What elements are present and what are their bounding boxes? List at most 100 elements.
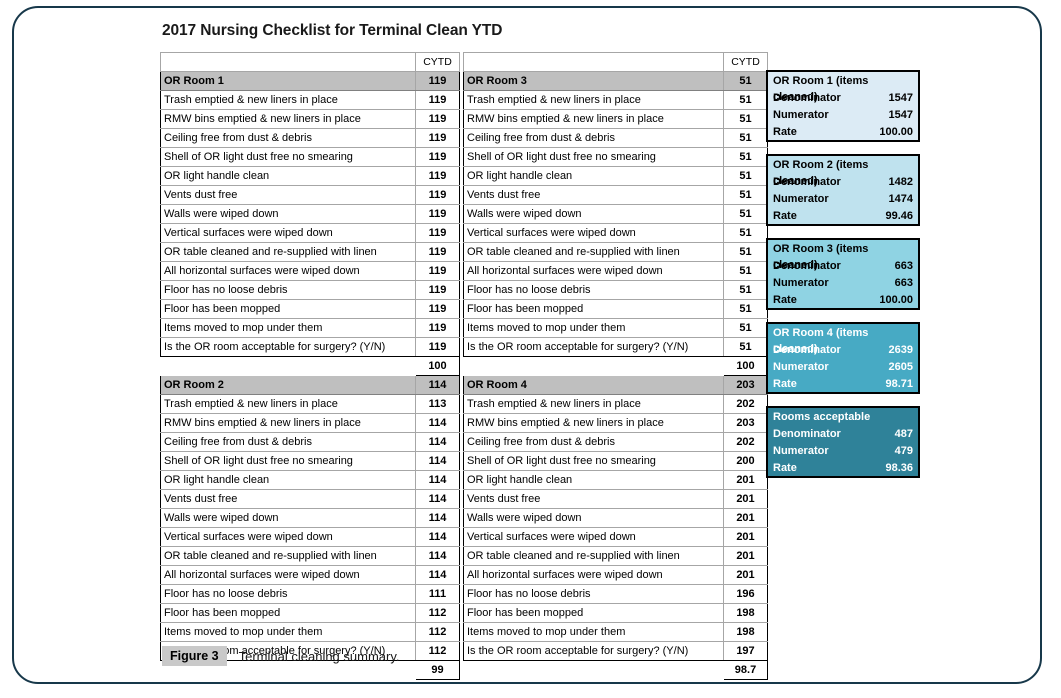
rate-label: Rate [773, 378, 797, 390]
numerator-label: Numerator [773, 445, 829, 457]
checklist-item-label: All horizontal surfaces were wiped down [160, 261, 416, 281]
block-total-row: 100 [463, 356, 768, 376]
summary-card-title: OR Room 3 (items cleaned) [773, 243, 869, 271]
checklist-item-value: 114 [415, 508, 460, 528]
rate-value: 99.46 [885, 210, 913, 222]
table-row: OR light handle clean 51 [463, 166, 768, 186]
table-row: Shell of OR light dust free no smearing 2… [463, 451, 768, 471]
room-total-cell: 119 [415, 71, 460, 91]
table-row: Floor has been mopped 112 [160, 603, 460, 623]
checklist-item-label: OR light handle clean [463, 470, 724, 490]
table-row: Vertical surfaces were wiped down 201 [463, 527, 768, 547]
checklist-item-label: Shell of OR light dust free no smearing [463, 451, 724, 471]
checklist-item-label: Floor has been mopped [463, 299, 724, 319]
checklist-item-label: Walls were wiped down [160, 204, 416, 224]
table-row: Floor has been mopped 51 [463, 299, 768, 319]
table-row: Vertical surfaces were wiped down 114 [160, 527, 460, 547]
rate-label: Rate [773, 210, 797, 222]
denominator-value: 2639 [888, 344, 913, 356]
table-row: OR table cleaned and re-supplied with li… [463, 546, 768, 566]
checklist-item-value: 201 [723, 470, 768, 490]
table-row: Shell of OR light dust free no smearing 5… [463, 147, 768, 167]
table-row: Floor has no loose debris 111 [160, 584, 460, 604]
table-row: Vents dust free 119 [160, 185, 460, 205]
table-row: OR table cleaned and re-supplied with li… [160, 242, 460, 262]
figure-content: 2017 Nursing Checklist for Terminal Clea… [150, 14, 940, 680]
checklist-item-label: Ceiling free from dust & debris [463, 432, 724, 452]
checklist-item-label: Shell of OR light dust free no smearing [160, 451, 416, 471]
denominator-label: Denominator [773, 344, 841, 356]
checklist-item-value: 119 [415, 261, 460, 281]
table-row: Walls were wiped down 51 [463, 204, 768, 224]
checklist-item-label: Trash emptied & new liners in place [160, 394, 416, 414]
summary-card: Rooms acceptable Denominator 487 Numerator 4… [766, 406, 920, 478]
total-blank-cell [463, 356, 724, 376]
checklist-item-label: Vertical surfaces were wiped down [463, 223, 724, 243]
checklist-item-label: Items moved to mop under them [160, 622, 416, 642]
summary-card: OR Room 1 (items cleaned) Denominator 1547… [766, 70, 920, 142]
checklist-item-label: OR light handle clean [463, 166, 724, 186]
numerator-value: 663 [894, 277, 913, 289]
room-header-row: OR Room 3 51 [463, 71, 768, 91]
figure-caption-text: Terminal cleaning summary. [238, 648, 400, 664]
checklist-item-label: Floor has been mopped [160, 299, 416, 319]
block-total-row: 98.7 [463, 660, 768, 680]
checklist-item-value: 114 [415, 451, 460, 471]
table-header-row: CYTD [160, 52, 460, 72]
checklist-item-value: 119 [415, 280, 460, 300]
table-row: All horizontal surfaces were wiped down 1… [160, 565, 460, 585]
table-row: Walls were wiped down 114 [160, 508, 460, 528]
checklist-item-label: RMW bins emptied & new liners in place [463, 109, 724, 129]
checklist-item-label: Ceiling free from dust & debris [463, 128, 724, 148]
checklist-item-label: OR table cleaned and re-supplied with li… [160, 242, 416, 262]
summary-card-numerator-row: Numerator 2605 [768, 358, 918, 375]
denominator-label: Denominator [773, 176, 841, 188]
rate-value: 98.71 [885, 378, 913, 390]
checklist-item-value: 119 [415, 185, 460, 205]
table-row: RMW bins emptied & new liners in place 20… [463, 413, 768, 433]
table-row: Floor has no loose debris 119 [160, 280, 460, 300]
table-row: RMW bins emptied & new liners in place 11… [160, 413, 460, 433]
table-row: OR light handle clean 119 [160, 166, 460, 186]
checklist-item-value: 51 [723, 223, 768, 243]
checklist-item-value: 198 [723, 622, 768, 642]
room-name-cell: OR Room 2 [160, 375, 416, 395]
summary-card-rate-row: Rate 99.46 [768, 207, 918, 224]
table-row: Walls were wiped down 119 [160, 204, 460, 224]
table-row: OR light handle clean 114 [160, 470, 460, 490]
checklist-item-value: 51 [723, 337, 768, 357]
checklist-item-value: 119 [415, 318, 460, 338]
numerator-label: Numerator [773, 361, 829, 373]
summary-card-numerator-row: Numerator 663 [768, 274, 918, 291]
room-name-cell: OR Room 4 [463, 375, 724, 395]
checklist-item-label: Vents dust free [463, 489, 724, 509]
checklist-item-label: Vents dust free [463, 185, 724, 205]
denominator-value: 1547 [888, 92, 913, 104]
table-row: OR light handle clean 201 [463, 470, 768, 490]
table-row: Floor has been mopped 119 [160, 299, 460, 319]
checklist-item-value: 112 [415, 603, 460, 623]
checklist-item-label: Floor has no loose debris [463, 280, 724, 300]
checklist-tables: CYTD OR Room 1 119 Trash emptied & new line… [160, 52, 768, 680]
checklist-item-value: 51 [723, 280, 768, 300]
checklist-item-value: 51 [723, 318, 768, 338]
block-rate-cell: 98.7 [723, 660, 768, 680]
denominator-label: Denominator [773, 92, 841, 104]
table-row: All horizontal surfaces were wiped down 1… [160, 261, 460, 281]
summary-card-rate-row: Rate 100.00 [768, 291, 918, 308]
denominator-value: 1482 [888, 176, 913, 188]
summary-card-title: Rooms acceptable [773, 411, 871, 423]
table-row: Vents dust free 201 [463, 489, 768, 509]
checklist-item-value: 198 [723, 603, 768, 623]
checklist-item-value: 51 [723, 261, 768, 281]
rate-label: Rate [773, 126, 797, 138]
table-row: Trash emptied & new liners in place 119 [160, 90, 460, 110]
table-row: Shell of OR light dust free no smearing 1… [160, 451, 460, 471]
checklist-item-label: Is the OR room acceptable for surgery? (… [463, 641, 724, 661]
summary-card-numerator-row: Numerator 479 [768, 442, 918, 459]
checklist-item-label: Floor has been mopped [160, 603, 416, 623]
summary-card: OR Room 4 (items cleaned) Denominator 2639… [766, 322, 920, 394]
table-row: Is the OR room acceptable for surgery? (… [463, 641, 768, 661]
checklist-item-value: 113 [415, 394, 460, 414]
checklist-item-label: Items moved to mop under them [463, 318, 724, 338]
